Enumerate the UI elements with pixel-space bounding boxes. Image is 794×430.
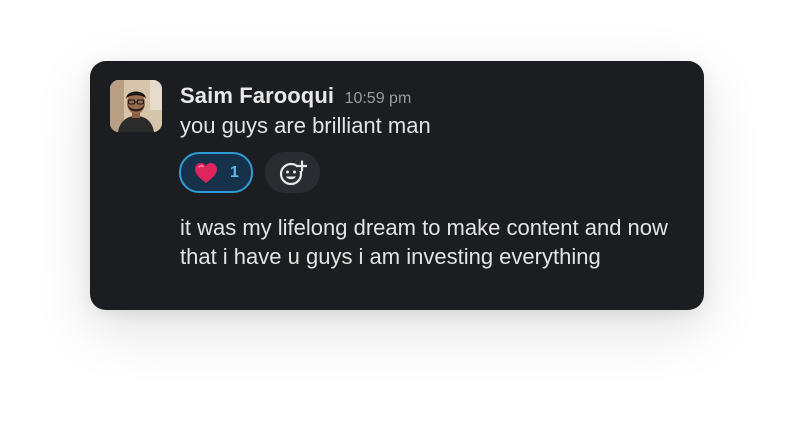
message-text: you guys are brilliant man bbox=[180, 113, 431, 138]
message-timestamp[interactable]: 10:59 pm bbox=[345, 90, 412, 107]
avatar[interactable] bbox=[110, 80, 162, 132]
avatar-image bbox=[110, 80, 162, 132]
followup-message-text: it was my lifelong dream to make content… bbox=[180, 215, 668, 269]
message-card: Saim Farooqui 10:59 pm you guys are bril… bbox=[90, 61, 704, 310]
reaction-heart[interactable]: 1 bbox=[179, 152, 253, 193]
add-reaction-button[interactable] bbox=[265, 152, 320, 193]
message-header: Saim Farooqui 10:59 pm bbox=[180, 83, 411, 109]
add-emoji-icon bbox=[279, 159, 307, 185]
author-name[interactable]: Saim Farooqui bbox=[180, 83, 334, 108]
reaction-count: 1 bbox=[230, 163, 239, 181]
red-heart-icon bbox=[195, 162, 217, 183]
